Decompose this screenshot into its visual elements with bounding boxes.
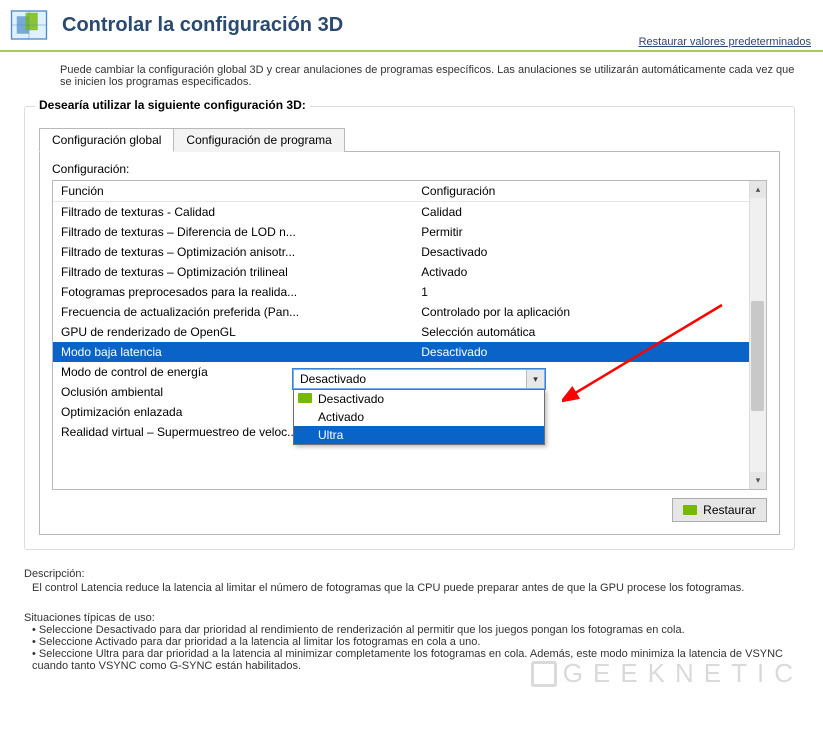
cell-function: Filtrado de texturas - Calidad: [53, 202, 413, 223]
tab-global[interactable]: Configuración global: [39, 128, 174, 152]
cell-function: Filtrado de texturas – Diferencia de LOD…: [53, 222, 413, 242]
page-title: Controlar la configuración 3D: [62, 14, 343, 37]
watermark-logo-icon: [531, 661, 557, 687]
description-heading: Descripción:: [24, 568, 799, 580]
cell-setting: Permitir: [413, 222, 766, 242]
tab-program[interactable]: Configuración de programa: [173, 128, 344, 152]
scroll-up-arrow-icon[interactable]: ▴: [750, 181, 766, 198]
cell-setting: Activado: [413, 262, 766, 282]
table-row[interactable]: Fotogramas preprocesados para la realida…: [53, 282, 766, 302]
vertical-scrollbar[interactable]: ▴ ▾: [749, 181, 766, 489]
config-label: Configuración:: [52, 162, 767, 176]
usage-item: Seleccione Activado para dar prioridad a…: [32, 636, 799, 648]
cell-setting: Desactivado: [413, 242, 766, 262]
cell-function: GPU de renderizado de OpenGL: [53, 322, 413, 342]
column-header-function[interactable]: Función: [53, 181, 413, 202]
intro-text: Puede cambiar la configuración global 3D…: [0, 52, 823, 96]
description-text: El control Latencia reduce la latencia a…: [24, 582, 799, 594]
group-title: Desearía utilizar la siguiente configura…: [35, 98, 310, 112]
chevron-down-icon[interactable]: ▾: [526, 370, 544, 388]
cell-setting: Calidad: [413, 202, 766, 223]
dropdown-value-box[interactable]: Desactivado ▾: [293, 369, 545, 389]
scroll-thumb[interactable]: [751, 301, 764, 411]
table-row[interactable]: Filtrado de texturas – Diferencia de LOD…: [53, 222, 766, 242]
tabs-bar: Configuración global Configuración de pr…: [39, 127, 780, 151]
dropdown-option-activado[interactable]: Activado: [294, 408, 544, 426]
annotation-arrow-icon: [562, 300, 732, 410]
restore-defaults-link[interactable]: Restaurar valores predeterminados: [639, 36, 811, 48]
nvidia-badge-icon: [683, 505, 697, 515]
dropdown-option-desactivado[interactable]: Desactivado: [294, 390, 544, 408]
scroll-down-arrow-icon[interactable]: ▾: [750, 472, 766, 489]
usage-heading: Situaciones típicas de uso:: [24, 612, 799, 624]
dropdown-current-value: Desactivado: [294, 372, 526, 386]
table-row[interactable]: Filtrado de texturas - CalidadCalidad: [53, 202, 766, 223]
watermark-text: GEEKNETIC: [563, 658, 803, 689]
dropdown-list: Desactivado Activado Ultra: [293, 389, 545, 445]
window-header: Controlar la configuración 3D Restaurar …: [0, 0, 823, 52]
table-row[interactable]: Filtrado de texturas – Optimización tril…: [53, 262, 766, 282]
cell-function: Fotogramas preprocesados para la realida…: [53, 282, 413, 302]
dropdown-option-ultra[interactable]: Ultra: [294, 426, 544, 444]
cell-setting: 1: [413, 282, 766, 302]
nvidia-badge-icon: [298, 393, 312, 403]
restore-button-label: Restaurar: [703, 503, 756, 517]
restore-button[interactable]: Restaurar: [672, 498, 767, 522]
cell-function: Filtrado de texturas – Optimización anis…: [53, 242, 413, 262]
watermark: GEEKNETIC: [531, 658, 803, 689]
column-header-setting[interactable]: Configuración: [413, 181, 766, 202]
cell-function: Frecuencia de actualización preferida (P…: [53, 302, 413, 322]
cell-function: Filtrado de texturas – Optimización tril…: [53, 262, 413, 282]
usage-item: Seleccione Desactivado para dar priorida…: [32, 624, 799, 636]
nvidia-3d-icon: [8, 4, 50, 46]
description-section: Descripción: El control Latencia reduce …: [0, 560, 823, 594]
table-row[interactable]: Filtrado de texturas – Optimización anis…: [53, 242, 766, 262]
low-latency-dropdown[interactable]: Desactivado ▾ Desactivado Activado Ultra: [293, 369, 545, 445]
cell-function: Modo baja latencia: [53, 342, 413, 362]
